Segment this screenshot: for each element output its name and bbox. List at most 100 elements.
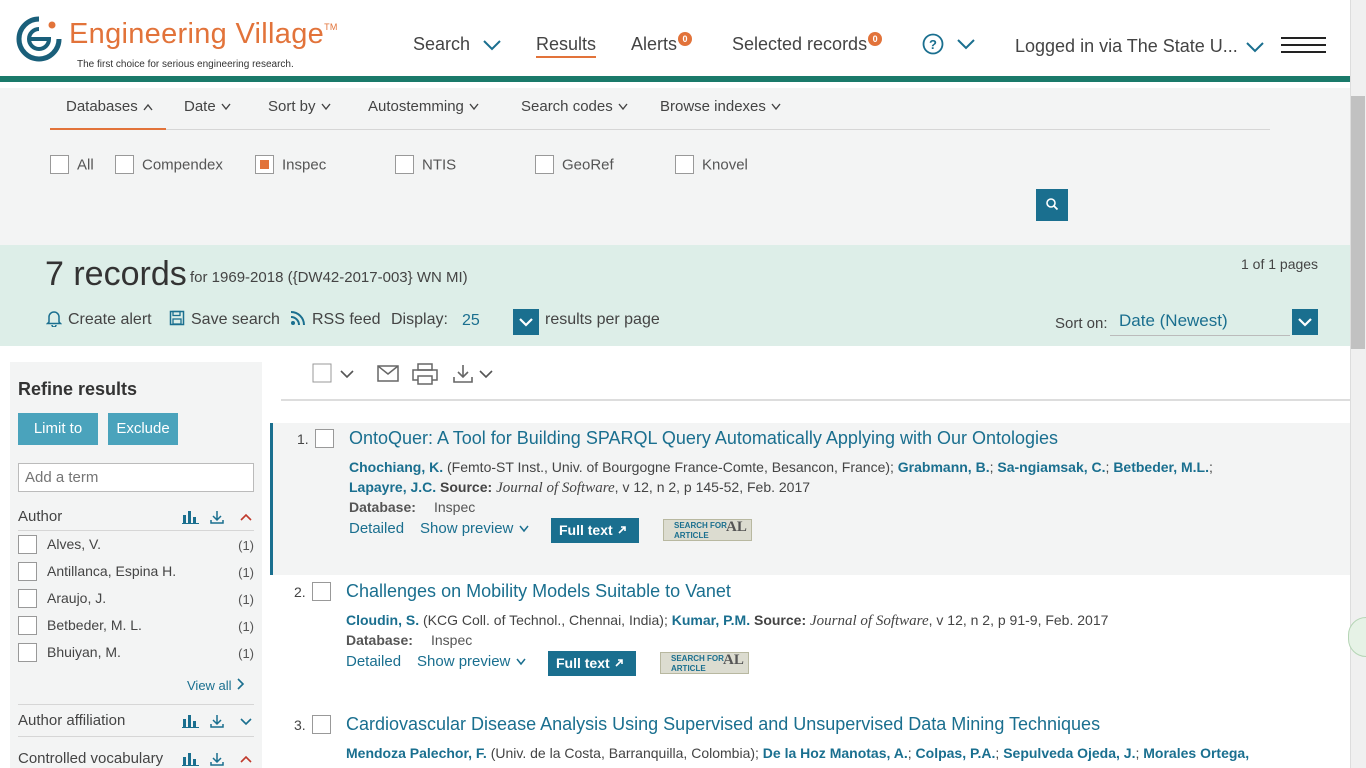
search-for-article-button[interactable]: SEARCH FOR ARTICLE AL bbox=[660, 652, 749, 674]
author-checkbox[interactable] bbox=[18, 616, 37, 635]
author-link[interactable]: Betbeder, M.L. bbox=[1113, 459, 1209, 475]
author-facet-item[interactable]: Alves, V. (1) bbox=[18, 535, 254, 556]
author-link[interactable]: Cloudin, S. bbox=[346, 612, 419, 628]
author-checkbox[interactable] bbox=[18, 643, 37, 662]
full-text-button[interactable]: Full text bbox=[551, 518, 639, 543]
bar-chart-icon[interactable] bbox=[182, 510, 200, 524]
author-link[interactable]: Morales Ortega, bbox=[1143, 745, 1249, 761]
tab-search-codes[interactable]: Search codes bbox=[521, 98, 629, 115]
db-option-all[interactable]: All bbox=[50, 155, 94, 175]
chevron-down-icon[interactable] bbox=[238, 714, 254, 728]
facet-author-header[interactable]: Author bbox=[18, 508, 62, 525]
result-checkbox[interactable] bbox=[312, 582, 331, 601]
chevron-down-icon[interactable] bbox=[339, 369, 355, 381]
bar-chart-icon[interactable] bbox=[182, 714, 200, 728]
chevron-up-icon[interactable] bbox=[238, 752, 254, 766]
db-option-ntis[interactable]: NTIS bbox=[395, 155, 456, 175]
author-facet-item[interactable]: Betbeder, M. L. (1) bbox=[18, 616, 254, 637]
author-checkbox[interactable] bbox=[18, 535, 37, 554]
logo-title[interactable]: Engineering VillageTM bbox=[69, 18, 338, 51]
detailed-link[interactable]: Detailed bbox=[346, 653, 401, 670]
facet-vocabulary-header[interactable]: Controlled vocabulary bbox=[18, 750, 163, 767]
result-title[interactable]: OntoQuer: A Tool for Building SPARQL Que… bbox=[349, 428, 1058, 449]
bar-chart-icon[interactable] bbox=[182, 752, 200, 766]
full-text-button[interactable]: Full text bbox=[548, 651, 636, 676]
author-link[interactable]: Colpas, P.A. bbox=[916, 745, 996, 761]
nav-selected-records[interactable]: Selected records 0 bbox=[732, 32, 883, 55]
show-preview-link[interactable]: Show preview bbox=[420, 520, 530, 537]
tab-autostemming[interactable]: Autostemming bbox=[368, 98, 480, 115]
author-link[interactable]: Chochiang, K. bbox=[349, 459, 443, 475]
db-checkbox-georef[interactable] bbox=[535, 155, 554, 174]
engineering-village-logo-icon[interactable] bbox=[16, 16, 62, 62]
result-title[interactable]: Cardiovascular Disease Analysis Using Su… bbox=[346, 714, 1100, 735]
download-icon[interactable] bbox=[452, 364, 474, 384]
add-term-input[interactable] bbox=[18, 463, 254, 492]
limit-to-button[interactable]: Limit to bbox=[18, 413, 98, 445]
chevron-down-icon[interactable] bbox=[478, 369, 494, 381]
bell-icon bbox=[45, 311, 63, 328]
create-alert-button[interactable]: Create alert bbox=[45, 311, 152, 329]
author-facet-item[interactable]: Antillanca, Espina H. (1) bbox=[18, 562, 254, 583]
db-option-inspec[interactable]: Inspec bbox=[255, 155, 326, 175]
author-checkbox[interactable] bbox=[18, 562, 37, 581]
author-link[interactable]: Lapayre, J.C. bbox=[349, 479, 436, 495]
author-link[interactable]: Sa-ngiamsak, C. bbox=[997, 459, 1105, 475]
author-checkbox[interactable] bbox=[18, 589, 37, 608]
scrollbar-thumb[interactable] bbox=[1351, 96, 1365, 349]
chevron-down-icon bbox=[483, 40, 501, 51]
search-for-article-button[interactable]: SEARCH FOR ARTICLE AL bbox=[663, 519, 752, 541]
email-icon[interactable] bbox=[377, 365, 399, 383]
nav-results[interactable]: Results bbox=[536, 34, 597, 58]
nav-search[interactable]: Search bbox=[413, 34, 503, 55]
search-button[interactable] bbox=[1036, 189, 1068, 221]
display-count-select[interactable]: 25 bbox=[462, 312, 480, 330]
tab-databases[interactable]: Databases bbox=[66, 98, 154, 115]
result-item: 2. Challenges on Mobility Models Suitabl… bbox=[270, 576, 1350, 706]
db-checkbox-knovel[interactable] bbox=[675, 155, 694, 174]
show-preview-link[interactable]: Show preview bbox=[417, 653, 527, 670]
exclude-button[interactable]: Exclude bbox=[108, 413, 178, 445]
sort-select[interactable]: Date (Newest) bbox=[1119, 311, 1228, 331]
author-link[interactable]: Grabmann, B. bbox=[898, 459, 990, 475]
author-facet-item[interactable]: Bhuiyan, M. (1) bbox=[18, 643, 254, 664]
author-link[interactable]: De la Hoz Manotas, A. bbox=[763, 745, 908, 761]
chevron-up-icon[interactable] bbox=[238, 510, 254, 524]
db-checkbox-compendex[interactable] bbox=[115, 155, 134, 174]
nav-help[interactable]: ? bbox=[922, 33, 977, 55]
author-facet-item[interactable]: Araujo, J. (1) bbox=[18, 589, 254, 610]
view-all-authors-link[interactable]: View all bbox=[187, 678, 245, 693]
db-option-compendex[interactable]: Compendex bbox=[115, 155, 223, 175]
download-icon[interactable] bbox=[209, 752, 225, 766]
save-search-button[interactable]: Save search bbox=[169, 310, 280, 329]
db-checkbox-all[interactable] bbox=[50, 155, 69, 174]
facet-affiliation-header[interactable]: Author affiliation bbox=[18, 712, 125, 729]
db-option-knovel[interactable]: Knovel bbox=[675, 155, 748, 175]
download-icon[interactable] bbox=[209, 714, 225, 728]
result-item: 1. OntoQuer: A Tool for Building SPARQL … bbox=[270, 423, 1350, 575]
tab-browse-indexes[interactable]: Browse indexes bbox=[660, 98, 782, 115]
select-all-checkbox[interactable] bbox=[312, 363, 334, 385]
detailed-link[interactable]: Detailed bbox=[349, 520, 404, 537]
rss-feed-button[interactable]: RSS feed bbox=[290, 310, 380, 329]
author-link[interactable]: Mendoza Palechor, F. bbox=[346, 745, 487, 761]
author-link[interactable]: Kumar, P.M. bbox=[672, 612, 750, 628]
db-option-georef[interactable]: GeoRef bbox=[535, 155, 614, 175]
tab-sort-by[interactable]: Sort by bbox=[268, 98, 332, 115]
db-checkbox-inspec[interactable] bbox=[255, 155, 274, 174]
download-icon[interactable] bbox=[209, 510, 225, 524]
alerts-count-badge: 0 bbox=[678, 32, 693, 46]
tab-date[interactable]: Date bbox=[184, 98, 232, 115]
result-checkbox[interactable] bbox=[312, 715, 331, 734]
result-number: 3. bbox=[294, 717, 306, 733]
author-link[interactable]: Sepulveda Ojeda, J. bbox=[1003, 745, 1135, 761]
nav-login[interactable]: Logged in via The State U... bbox=[1015, 36, 1265, 57]
display-count-dropdown[interactable] bbox=[513, 309, 539, 335]
sort-dropdown[interactable] bbox=[1292, 309, 1318, 335]
hamburger-menu-icon[interactable] bbox=[1281, 37, 1326, 55]
result-title[interactable]: Challenges on Mobility Models Suitable t… bbox=[346, 581, 731, 602]
nav-alerts[interactable]: Alerts 0 bbox=[631, 32, 693, 55]
db-checkbox-ntis[interactable] bbox=[395, 155, 414, 174]
print-icon[interactable] bbox=[412, 363, 438, 385]
result-checkbox[interactable] bbox=[315, 429, 334, 448]
